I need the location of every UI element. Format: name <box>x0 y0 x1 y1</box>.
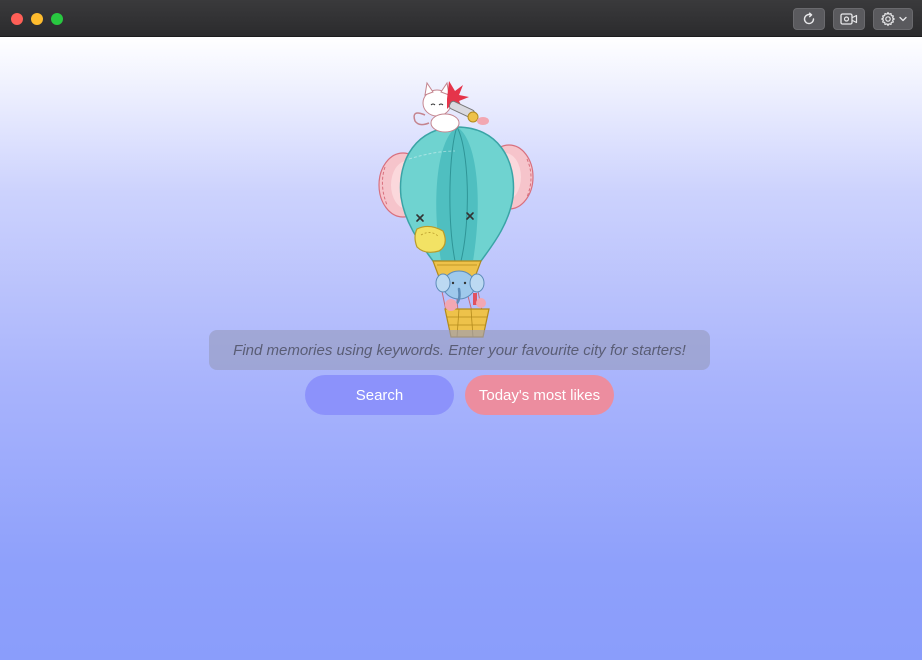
reload-button[interactable] <box>793 8 825 30</box>
reload-icon <box>803 12 815 25</box>
todays-most-likes-button[interactable]: Today's most likes <box>465 375 614 415</box>
gear-icon <box>880 11 895 27</box>
record-video-icon <box>840 13 858 25</box>
app-window: Search Today's most likes <box>0 0 922 660</box>
minimize-window-button[interactable] <box>31 13 43 25</box>
search-button[interactable]: Search <box>305 375 454 415</box>
settings-menu-button[interactable] <box>873 8 913 30</box>
main-content: Search Today's most likes <box>0 37 922 660</box>
zoom-window-button[interactable] <box>51 13 63 25</box>
chevron-down-icon <box>898 16 907 22</box>
title-bar <box>0 0 922 37</box>
record-video-button[interactable] <box>833 8 865 30</box>
memory-search-input[interactable] <box>209 330 710 370</box>
close-window-button[interactable] <box>11 13 23 25</box>
hot-air-balloon-illustration <box>378 81 534 338</box>
